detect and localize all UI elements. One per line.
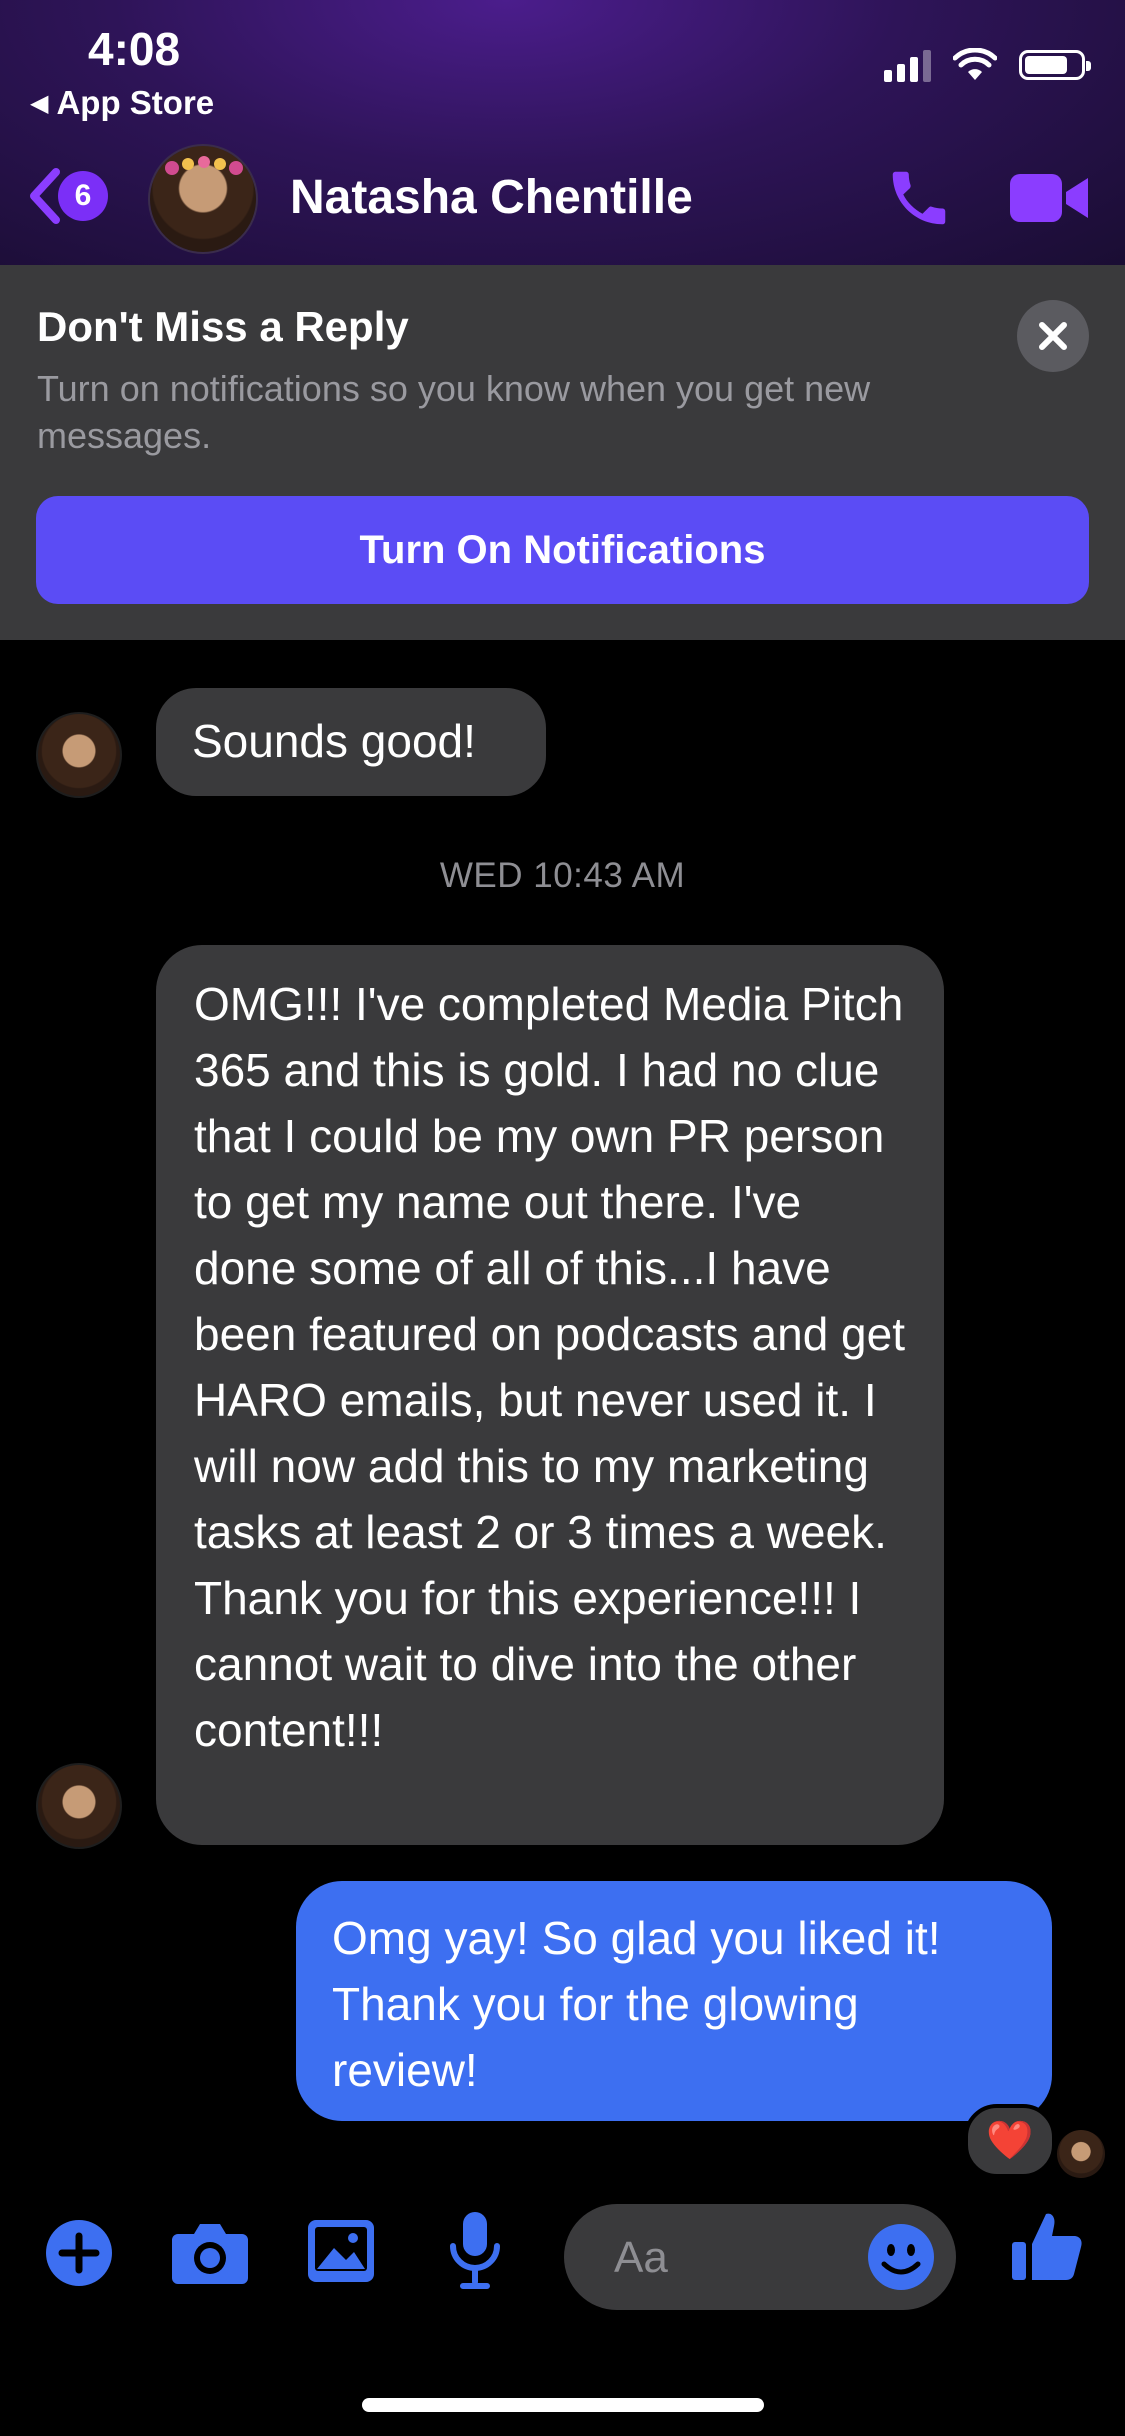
unread-count-badge: 6 bbox=[58, 171, 108, 221]
banner-title: Don't Miss a Reply bbox=[37, 303, 409, 350]
photo-gallery-button[interactable] bbox=[306, 2218, 376, 2289]
heart-icon: ❤️ bbox=[986, 2120, 1034, 2162]
photo-icon bbox=[308, 2220, 374, 2282]
conversations-back-button[interactable]: 6 bbox=[26, 168, 108, 224]
back-chevron-icon bbox=[30, 168, 60, 224]
thumbs-up-icon bbox=[1012, 2213, 1082, 2280]
like-button[interactable] bbox=[1010, 2208, 1084, 2289]
cellular-signal-icon bbox=[884, 48, 931, 82]
banner-close-button[interactable] bbox=[1017, 300, 1089, 372]
status-icons bbox=[884, 48, 1091, 82]
camera-icon bbox=[172, 2224, 248, 2284]
composer-bar bbox=[0, 2190, 1125, 2330]
phone-icon bbox=[892, 171, 946, 225]
banner-text: Turn on notifications so you know when y… bbox=[37, 368, 871, 456]
home-indicator[interactable] bbox=[362, 2398, 764, 2412]
more-actions-button[interactable] bbox=[44, 2218, 114, 2293]
status-time: 4:08 bbox=[88, 23, 181, 75]
message-input-container[interactable] bbox=[564, 2204, 956, 2310]
message-timestamp: WED 10:43 AM bbox=[439, 856, 686, 895]
back-to-app-store[interactable]: ◀ App Store bbox=[30, 84, 214, 122]
back-triangle-icon: ◀ bbox=[30, 89, 49, 117]
microphone-icon bbox=[450, 2212, 500, 2289]
emoji-button[interactable] bbox=[866, 2222, 936, 2297]
turn-on-notifications-button[interactable]: Turn On Notifications bbox=[36, 496, 1089, 604]
close-icon bbox=[1039, 322, 1067, 350]
back-app-label: App Store bbox=[56, 84, 215, 121]
video-camera-icon bbox=[1010, 174, 1088, 222]
contact-name[interactable]: Natasha Chentille bbox=[290, 170, 693, 225]
message-bubble-sent[interactable]: Omg yay! So glad you liked it! Thank you… bbox=[296, 1881, 1052, 2121]
heart-reaction[interactable]: ❤️ bbox=[964, 2104, 1056, 2178]
message-input[interactable] bbox=[612, 2226, 856, 2290]
contact-avatar-small[interactable] bbox=[36, 712, 122, 798]
contact-avatar-small[interactable] bbox=[36, 1763, 122, 1849]
voice-message-button[interactable] bbox=[448, 2210, 502, 2295]
video-call-button[interactable] bbox=[1010, 170, 1090, 231]
camera-button[interactable] bbox=[170, 2220, 250, 2291]
read-receipt-avatar bbox=[1057, 2130, 1105, 2178]
message-bubble-received[interactable]: OMG!!! I've completed Media Pitch 365 an… bbox=[156, 945, 944, 1845]
wifi-icon bbox=[953, 48, 997, 80]
smiley-icon bbox=[868, 2224, 934, 2290]
message-bubble-received[interactable]: Sounds good! bbox=[156, 688, 546, 796]
battery-icon bbox=[1019, 50, 1091, 80]
voice-call-button[interactable] bbox=[884, 163, 954, 238]
contact-avatar[interactable] bbox=[148, 144, 258, 254]
top-bar: 4:08 ◀ App Store 6 Natasha Chentille bbox=[0, 0, 1125, 265]
plus-icon bbox=[46, 2220, 112, 2286]
